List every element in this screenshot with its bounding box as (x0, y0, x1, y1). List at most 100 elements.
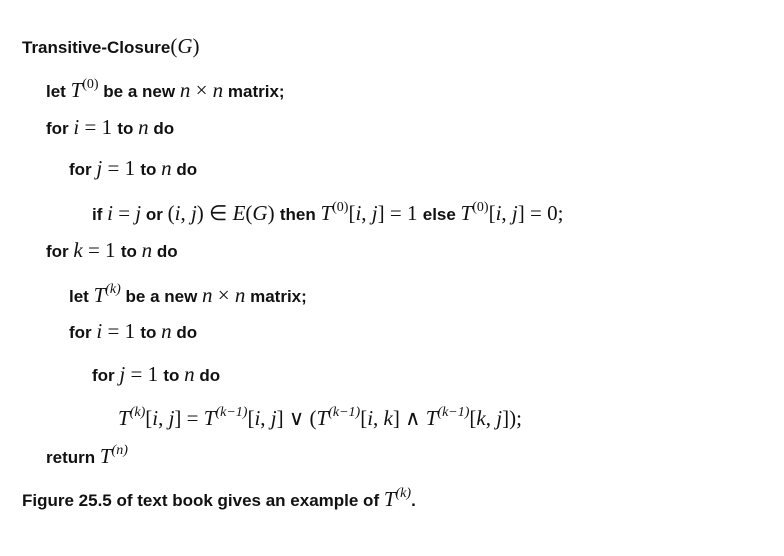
math-text: T (93, 283, 106, 307)
math-text: (k) (105, 282, 121, 297)
math-text: T (425, 406, 438, 430)
pseudocode-line-8: for i = 1 to n do (69, 316, 197, 346)
math-text: ]); (502, 406, 522, 430)
math-text: (0) (472, 200, 489, 215)
math-text: k (476, 406, 486, 430)
keyword-text: do (148, 119, 175, 138)
math-text: T (383, 487, 396, 511)
math-text: n (212, 78, 224, 102)
math-text: T (99, 444, 112, 468)
math-text: ] = 0; (517, 201, 564, 225)
math-text: G (252, 201, 268, 225)
math-text: = (112, 201, 136, 225)
math-text: n (179, 78, 191, 102)
keyword-text: for (69, 160, 97, 179)
math-text: (0) (332, 200, 349, 215)
math-text: E (232, 201, 246, 225)
math-text: ] ∨ ( (276, 406, 317, 430)
keyword-text: let (46, 82, 71, 101)
figure-caption: Figure 25.5 of text book gives an exampl… (22, 479, 416, 511)
keyword-text: for (92, 366, 120, 385)
math-text: (n) (111, 443, 128, 458)
pseudocode-line-3: for i = 1 to n do (46, 112, 174, 142)
math-text: , (180, 201, 191, 225)
math-text: n (141, 238, 153, 262)
keyword-text: do (171, 160, 198, 179)
keyword-text: be a new (98, 82, 180, 101)
keyword-text: do (194, 366, 221, 385)
math-text: (k) (129, 405, 146, 420)
math-text: ( (167, 201, 175, 225)
math-text: , (485, 406, 497, 430)
math-text: G (177, 34, 193, 58)
math-text: k (383, 406, 393, 430)
pseudocode-line-4: for j = 1 to n do (69, 153, 197, 183)
math-text: T (203, 406, 216, 430)
math-text: (k) (395, 486, 412, 501)
math-text: , (361, 201, 372, 225)
math-text: ] ∧ (392, 406, 426, 430)
procedure-header: Transitive-Closure(G) (22, 31, 200, 61)
math-text: n (161, 319, 172, 343)
keyword-text: then (279, 205, 321, 224)
keyword-text: for (46, 119, 74, 138)
return-line: return T(n) (46, 436, 128, 468)
keyword-text: do (152, 242, 178, 261)
math-text: n (138, 115, 149, 139)
keyword-text: to (140, 160, 162, 179)
math-text: ) ∈ (196, 201, 233, 225)
math-text: (k−1) (215, 405, 248, 420)
keyword-text: Transitive-Closure (22, 38, 171, 57)
keyword-text: matrix; (245, 287, 307, 306)
math-text: n (202, 283, 213, 307)
math-text: n (161, 156, 172, 180)
keyword-text: to (140, 323, 162, 342)
pseudocode-line-9: for j = 1 to n do (92, 359, 220, 389)
keyword-text: for (46, 242, 74, 261)
math-text: T (460, 201, 473, 225)
keyword-text: . (411, 491, 416, 510)
math-text: = 1 (82, 238, 121, 262)
math-text: , (501, 201, 512, 225)
keyword-text: to (163, 366, 185, 385)
keyword-text: to (117, 119, 139, 138)
math-text: = 1 (102, 319, 141, 343)
math-text: ] = (174, 406, 204, 430)
math-text: × (212, 283, 235, 307)
math-text: ) (267, 201, 280, 225)
math-text: = 1 (125, 362, 164, 386)
keyword-text: if (92, 205, 108, 224)
keyword-text: be a new (120, 287, 203, 306)
math-text: (0) (82, 77, 99, 92)
math-text: (k−1) (328, 405, 361, 420)
keyword-text: for (69, 323, 97, 342)
math-text: (k−1) (437, 405, 470, 420)
keyword-text: return (46, 448, 100, 467)
pseudocode-line-5: if i = j or (i, j) ∈ E(G) then T(0)[i, j… (92, 193, 564, 225)
math-text: n (184, 362, 195, 386)
math-text: = 1 (102, 156, 141, 180)
keyword-text: else (422, 205, 461, 224)
math-text: , (158, 406, 169, 430)
pseudocode-line-6: for k = 1 to n do (46, 235, 178, 265)
math-text: ) (192, 34, 200, 58)
math-text: ] = 1 (377, 201, 423, 225)
keyword-text: to (120, 242, 142, 261)
math-text: , (373, 406, 384, 430)
pseudocode-line-7: let T(k) be a new n × n matrix; (69, 275, 307, 307)
math-text: T (316, 406, 329, 430)
math-text: [ (488, 201, 496, 225)
keyword-text: let (69, 287, 94, 306)
keyword-text: matrix; (223, 82, 285, 101)
keyword-text: do (171, 323, 198, 342)
math-text: n (234, 283, 246, 307)
math-text: = 1 (79, 115, 118, 139)
keyword-text: or (141, 205, 168, 224)
math-text: , (260, 406, 271, 430)
math-text: T (118, 406, 130, 430)
math-text: T (70, 78, 83, 102)
pseudocode-line-2: let T(0) be a new n × n matrix; (46, 70, 285, 102)
math-text: k (73, 238, 83, 262)
keyword-text: Figure 25.5 of text book gives an exampl… (22, 491, 384, 510)
pseudocode-line-10: T(k)[i, j] = T(k−1)[i, j] ∨ (T(k−1)[i, k… (118, 398, 522, 430)
